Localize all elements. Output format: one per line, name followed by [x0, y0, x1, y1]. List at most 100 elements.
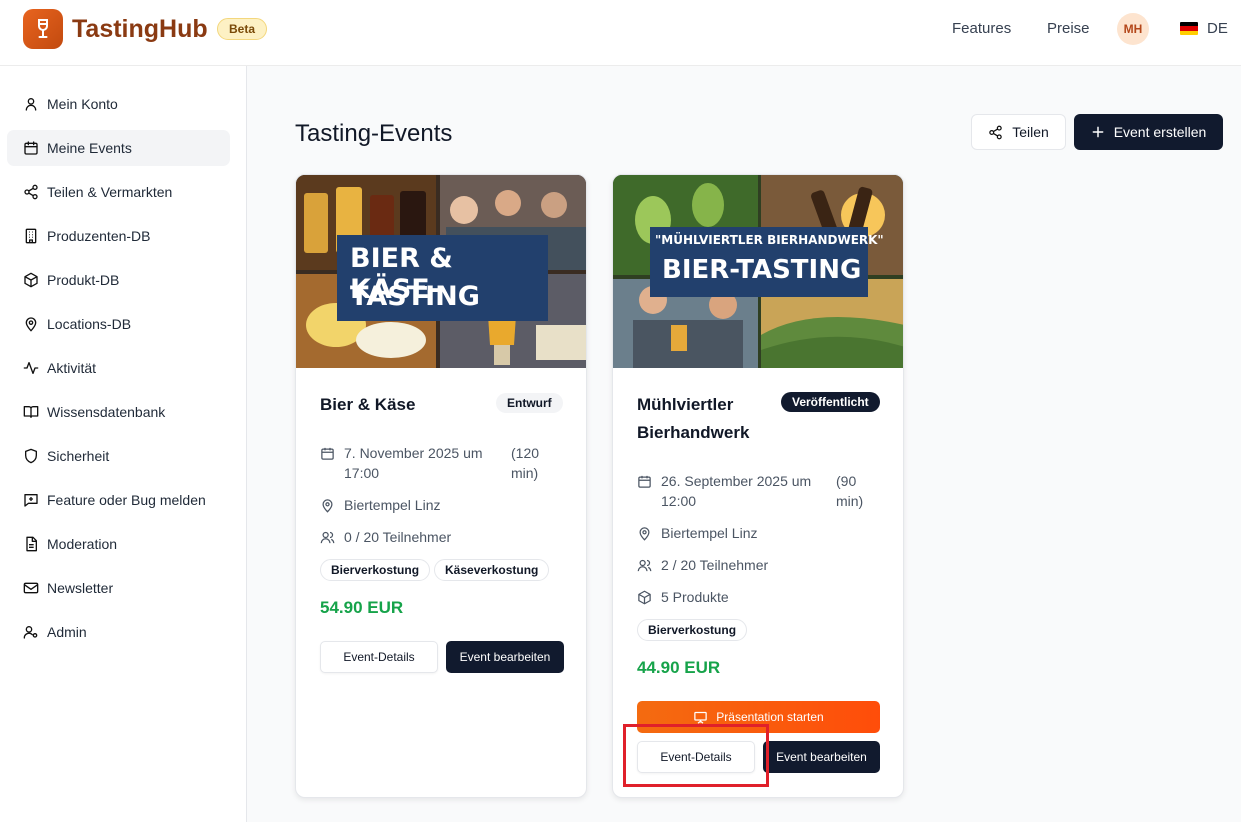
- event-title: Mühlviertler Bierhandwerk: [637, 391, 749, 447]
- user-icon: [25, 98, 37, 111]
- map-pin-icon: [639, 527, 650, 541]
- event-date-line1: 7. November 2025 um: [344, 445, 483, 461]
- event-products: 5 Produkte: [637, 587, 729, 607]
- event-participants-text: 0 / 20 Teilnehmer: [344, 529, 452, 545]
- sidebar-item-mein-konto[interactable]: Mein Konto: [7, 86, 230, 122]
- sidebar-item-sicherheit[interactable]: Sicherheit: [7, 438, 230, 474]
- book-icon: [23, 406, 39, 418]
- event-location-text: Biertempel Linz: [661, 525, 758, 541]
- beta-badge: Beta: [217, 18, 268, 40]
- image-banner: "MÜHLVIERTLER BIERHANDWERK" BIER-TASTING: [650, 227, 884, 297]
- share-icon: [989, 125, 1002, 139]
- sidebar-item-produzenten-db[interactable]: Produzenten-DB: [7, 218, 230, 254]
- nav-features[interactable]: Features: [952, 20, 1011, 37]
- event-duration-line1: (120: [511, 445, 540, 461]
- event-card: BIER & KÄSE- TASTING Bier & Käse Entwurf…: [295, 174, 587, 798]
- create-event-button[interactable]: Event erstellen: [1074, 114, 1223, 150]
- event-title: Bier & Käse: [320, 395, 416, 414]
- sidebar-item-teilen[interactable]: Teilen & Vermarkten: [7, 174, 230, 210]
- image-banner-line2: TASTING: [350, 281, 480, 312]
- event-duration-line2: min): [511, 465, 539, 481]
- event-image[interactable]: BIER & KÄSE- TASTING: [296, 175, 586, 368]
- sidebar: Mein Konto Meine Events Teilen & Vermark…: [0, 66, 247, 822]
- top-header: TastingHub Beta Features Preise MH DE: [0, 0, 1241, 66]
- users-icon: [320, 531, 335, 544]
- wine-glass-logo-icon[interactable]: [23, 9, 63, 49]
- sidebar-item-feature-bug[interactable]: Feature oder Bug melden: [7, 482, 230, 518]
- sidebar-item-meine-events[interactable]: Meine Events: [7, 130, 230, 166]
- sidebar-item-label: Locations-DB: [47, 316, 132, 332]
- image-banner-line1: "MÜHLVIERTLER BIERHANDWERK": [655, 233, 884, 247]
- language-selector[interactable]: DE: [1207, 20, 1228, 37]
- calendar-icon: [638, 475, 651, 488]
- sidebar-item-label: Aktivität: [47, 360, 97, 376]
- share-button[interactable]: Teilen: [971, 114, 1066, 150]
- share-icon: [24, 184, 38, 200]
- plus-icon: [1092, 126, 1104, 138]
- event-participants: 0 / 20 Teilnehmer: [320, 527, 451, 547]
- event-date-line1: 26. September 2025 um: [661, 473, 812, 489]
- sidebar-item-label: Feature oder Bug melden: [47, 492, 206, 508]
- user-avatar[interactable]: MH: [1117, 13, 1149, 45]
- users-icon: [637, 559, 652, 572]
- sidebar-item-produkt-db[interactable]: Produkt-DB: [7, 262, 230, 298]
- event-participants: 2 / 20 Teilnehmer: [637, 555, 768, 575]
- event-image[interactable]: "MÜHLVIERTLER BIERHANDWERK" BIER-TASTING: [613, 175, 903, 368]
- shield-icon: [25, 448, 37, 464]
- event-location-text: Biertempel Linz: [344, 497, 441, 513]
- page-title: Tasting-Events: [295, 120, 453, 147]
- sidebar-item-label: Moderation: [47, 536, 118, 552]
- event-duration-line1: (90: [836, 473, 857, 489]
- create-event-label: Event erstellen: [1113, 124, 1207, 140]
- event-duration: (90 min): [836, 471, 863, 511]
- event-duration: (120 min): [511, 443, 539, 483]
- image-banner: BIER & KÄSE- TASTING: [337, 235, 548, 321]
- map-pin-icon: [25, 317, 37, 332]
- event-date: 7. November 2025 um 17:00: [320, 443, 483, 483]
- tag-bierverkostung: Bierverkostung: [637, 619, 748, 641]
- sidebar-item-newsletter[interactable]: Newsletter: [7, 570, 230, 606]
- map-pin-icon: [322, 499, 333, 513]
- edit-event-button[interactable]: Event bearbeiten: [763, 741, 880, 773]
- event-price: 54.90 EUR: [320, 598, 404, 617]
- sidebar-item-label: Newsletter: [47, 580, 114, 596]
- event-date-line2: 17:00: [344, 465, 380, 481]
- event-date: 26. September 2025 um 12:00: [637, 471, 811, 511]
- user-cog-icon: [23, 626, 38, 639]
- sidebar-item-label: Meine Events: [47, 140, 132, 156]
- event-location: Biertempel Linz: [637, 523, 758, 543]
- building-icon: [25, 228, 37, 244]
- status-badge: Veröffentlicht: [781, 392, 880, 412]
- sidebar-item-aktivitaet[interactable]: Aktivität: [7, 350, 230, 386]
- nav-preise[interactable]: Preise: [1047, 20, 1090, 37]
- highlight-box: [623, 724, 769, 787]
- image-banner-line2: BIER-TASTING: [662, 255, 862, 285]
- activity-icon: [23, 362, 39, 374]
- sidebar-item-wissensdatenbank[interactable]: Wissensdatenbank: [7, 394, 230, 430]
- presentation-icon: [694, 711, 708, 724]
- german-flag-icon[interactable]: [1180, 22, 1198, 35]
- event-date-line2: 12:00: [661, 493, 697, 509]
- sidebar-item-label: Teilen & Vermarkten: [47, 184, 173, 200]
- sidebar-item-moderation[interactable]: Moderation: [7, 526, 230, 562]
- event-details-button[interactable]: Event-Details: [320, 641, 438, 673]
- message-plus-icon: [24, 494, 38, 507]
- sidebar-item-label: Produzenten-DB: [47, 228, 151, 244]
- brand-name[interactable]: TastingHub: [72, 15, 208, 44]
- tag-bierverkostung: Bierverkostung: [320, 559, 431, 581]
- event-title-line1: Mühlviertler: [637, 395, 734, 414]
- package-icon: [638, 590, 651, 605]
- event-duration-line2: min): [836, 493, 864, 509]
- edit-event-button[interactable]: Event bearbeiten: [446, 641, 564, 673]
- calendar-icon: [321, 447, 334, 460]
- sidebar-item-label: Mein Konto: [47, 96, 118, 112]
- tag-kaeseverkostung: Käseverkostung: [434, 559, 550, 581]
- sidebar-item-admin[interactable]: Admin: [7, 614, 230, 650]
- event-products-text: 5 Produkte: [661, 589, 729, 605]
- status-badge: Entwurf: [496, 393, 563, 413]
- package-icon: [24, 272, 38, 288]
- sidebar-item-locations-db[interactable]: Locations-DB: [7, 306, 230, 342]
- mail-icon: [23, 582, 39, 594]
- event-card: "MÜHLVIERTLER BIERHANDWERK" BIER-TASTING…: [612, 174, 904, 798]
- event-participants-text: 2 / 20 Teilnehmer: [661, 557, 769, 573]
